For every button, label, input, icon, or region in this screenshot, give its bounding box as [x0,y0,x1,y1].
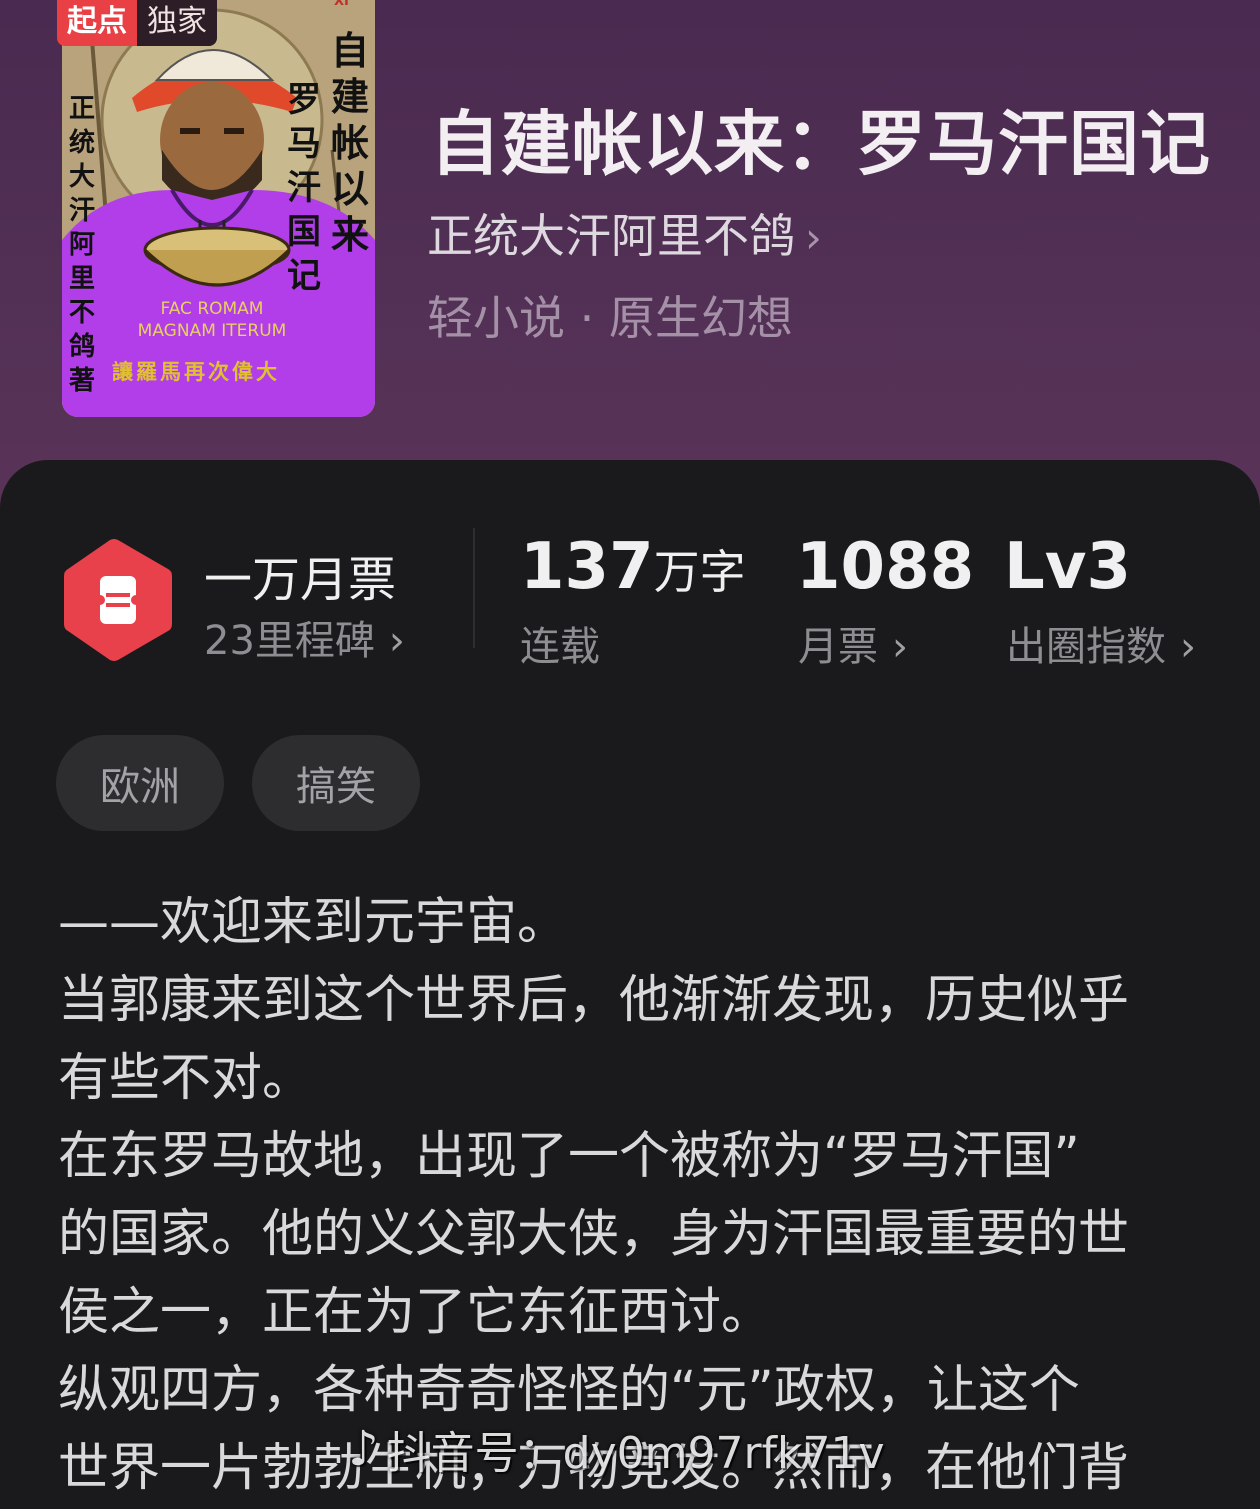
cover-latin-line1: FAC ROMAM [160,299,264,319]
chevron-right-icon: › [892,624,908,670]
cover-latin: FAC ROMAM MAGNAM ITERUM [122,298,302,342]
synopsis-line: 有些不对。 [58,1049,314,1108]
monthly-ticket-label: 月票 [798,624,878,670]
badge-brand: 起点 [57,0,137,46]
synopsis-line: 在东罗马故地，出现了一个被称为“罗马汗国” [58,1127,1080,1186]
milestones-link[interactable]: 23里程碑 › [204,608,405,666]
synopsis-line: 的国家。他的义父郭大侠，身为汗国最重要的世 [58,1205,1130,1264]
tag-list: 欧洲 搞笑 [56,735,420,831]
book-cover[interactable]: XI 自建帐以来 罗马汗国记 正统大汗阿里不鸽著 FAC ROMAM MAGNA… [62,0,375,417]
chevron-right-icon: › [388,618,405,664]
author-link[interactable]: 正统大汗阿里不鸽 › [427,200,822,266]
serial-status: 连载 [520,624,600,670]
book-title: 自建帐以来：罗马汗国记 [430,102,1211,185]
cover-author-col: 正统大汗阿里不鸽著 [68,94,95,396]
word-count-unit: 万字 [653,545,746,599]
watermark-text: 抖音号：dy0m97rfk71v [386,1428,885,1479]
monthly-ticket-icon[interactable] [62,538,174,662]
tiktok-icon: ♪ [348,1421,379,1477]
cover-xi: XI [334,0,349,9]
cover-title-col1: 自建帐以来 [330,28,369,257]
cover-motto: 讓羅馬再次偉大 [112,359,280,384]
monthly-ticket-link[interactable]: 月票 › [798,614,908,672]
author-name: 正统大汗阿里不鸽 [427,209,795,263]
synopsis-line: 侯之一，正在为了它东征西讨。 [58,1283,773,1342]
tag-europe[interactable]: 欧洲 [56,735,224,831]
cover-artwork [62,0,375,417]
cover-title-col2: 罗马汗国记 [287,80,321,296]
synopsis-line: ——欢迎来到元宇宙。 [58,893,569,952]
badge-label: 独家 [137,0,217,46]
cover-latin-line2: MAGNAM ITERUM [137,321,287,341]
book-header: XI 自建帐以来 罗马汗国记 正统大汗阿里不鸽著 FAC ROMAM MAGNA… [0,0,1260,520]
book-genre: 轻小说 · 原生幻想 [427,291,793,345]
stats-divider [473,528,475,648]
tag-comedy[interactable]: 搞笑 [252,735,420,831]
popularity-link[interactable]: 出圈指数 › [1006,614,1196,672]
popularity-level: Lv3 [1004,530,1132,604]
synopsis[interactable]: ——欢迎来到元宇宙。 当郭康来到这个世界后，他渐渐发现，历史似乎 有些不对。 在… [58,884,1188,1508]
word-count-number: 137 [520,530,654,604]
synopsis-line: 当郭康来到这个世界后，他渐渐发现，历史似乎 [58,971,1130,1030]
watermark: ♪ 抖音号：dy0m97rfk71v [348,1418,885,1480]
word-count: 137万字 [520,530,746,604]
popularity-label: 出圈指数 [1006,624,1166,670]
exclusive-badge: 起点 独家 [57,0,217,46]
monthly-ticket-count: 1088 [796,530,975,604]
chevron-right-icon: › [805,213,822,262]
milestones-label: 23里程碑 [204,618,375,664]
chevron-right-icon: › [1180,624,1196,670]
tickets-title: 一万月票 [204,552,397,608]
